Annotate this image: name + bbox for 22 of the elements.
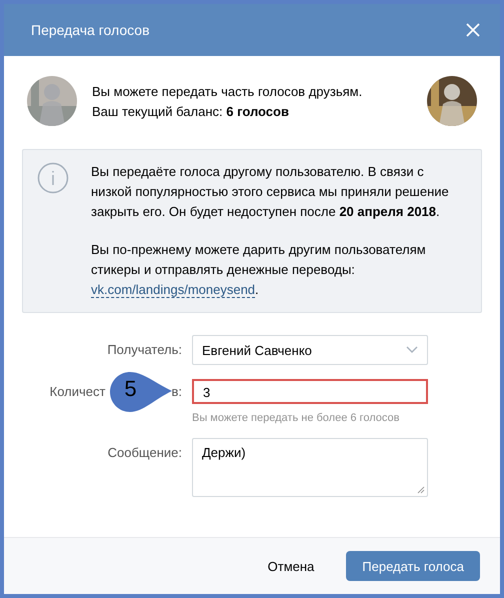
close-icon[interactable] [466,23,480,37]
submit-button[interactable]: Передать голоса [346,551,480,581]
intro-text: Ваш текущий баланс: 6 голосов [92,104,290,118]
window-title: Передача голосов [31,22,150,38]
notice-text: Вы по-прежнему можете дарить другим пользователям стикеры и отправлять денежные переводы: vk.com/landings/moneysend. [91,241,427,300]
callout-number: 5 [123,376,138,402]
moneysend-link[interactable]: vk.com/landings/moneysend [91,282,256,298]
notice-text: Вы передаёте голоса другому пользователю. В связи с низкой популярностью этого сервиса мы приняли решение закрыть его. Он будет недоступен после 20 апреля 2018. [91,163,450,221]
caret-icon [406,346,418,354]
message-label: Сообщение: [106,444,182,460]
count-label: Количест [50,384,106,399]
intro-text: Вы можете передать часть голосов друзьям. [92,84,364,98]
recipient-dropdown[interactable]: Евгений Савченко [192,335,428,365]
count-field[interactable]: 3 [192,379,428,404]
cancel-button[interactable]: Отмена [264,552,318,580]
hint-text: Вы можете передать не более 6 голосов [192,412,400,424]
info-icon [37,162,69,194]
callout-marker [109,371,174,413]
recipient-label: Получатель: [106,341,182,357]
resize-grip-icon [417,486,425,494]
count-label: в: [171,384,182,399]
message-field[interactable]: Держи) [192,438,428,497]
